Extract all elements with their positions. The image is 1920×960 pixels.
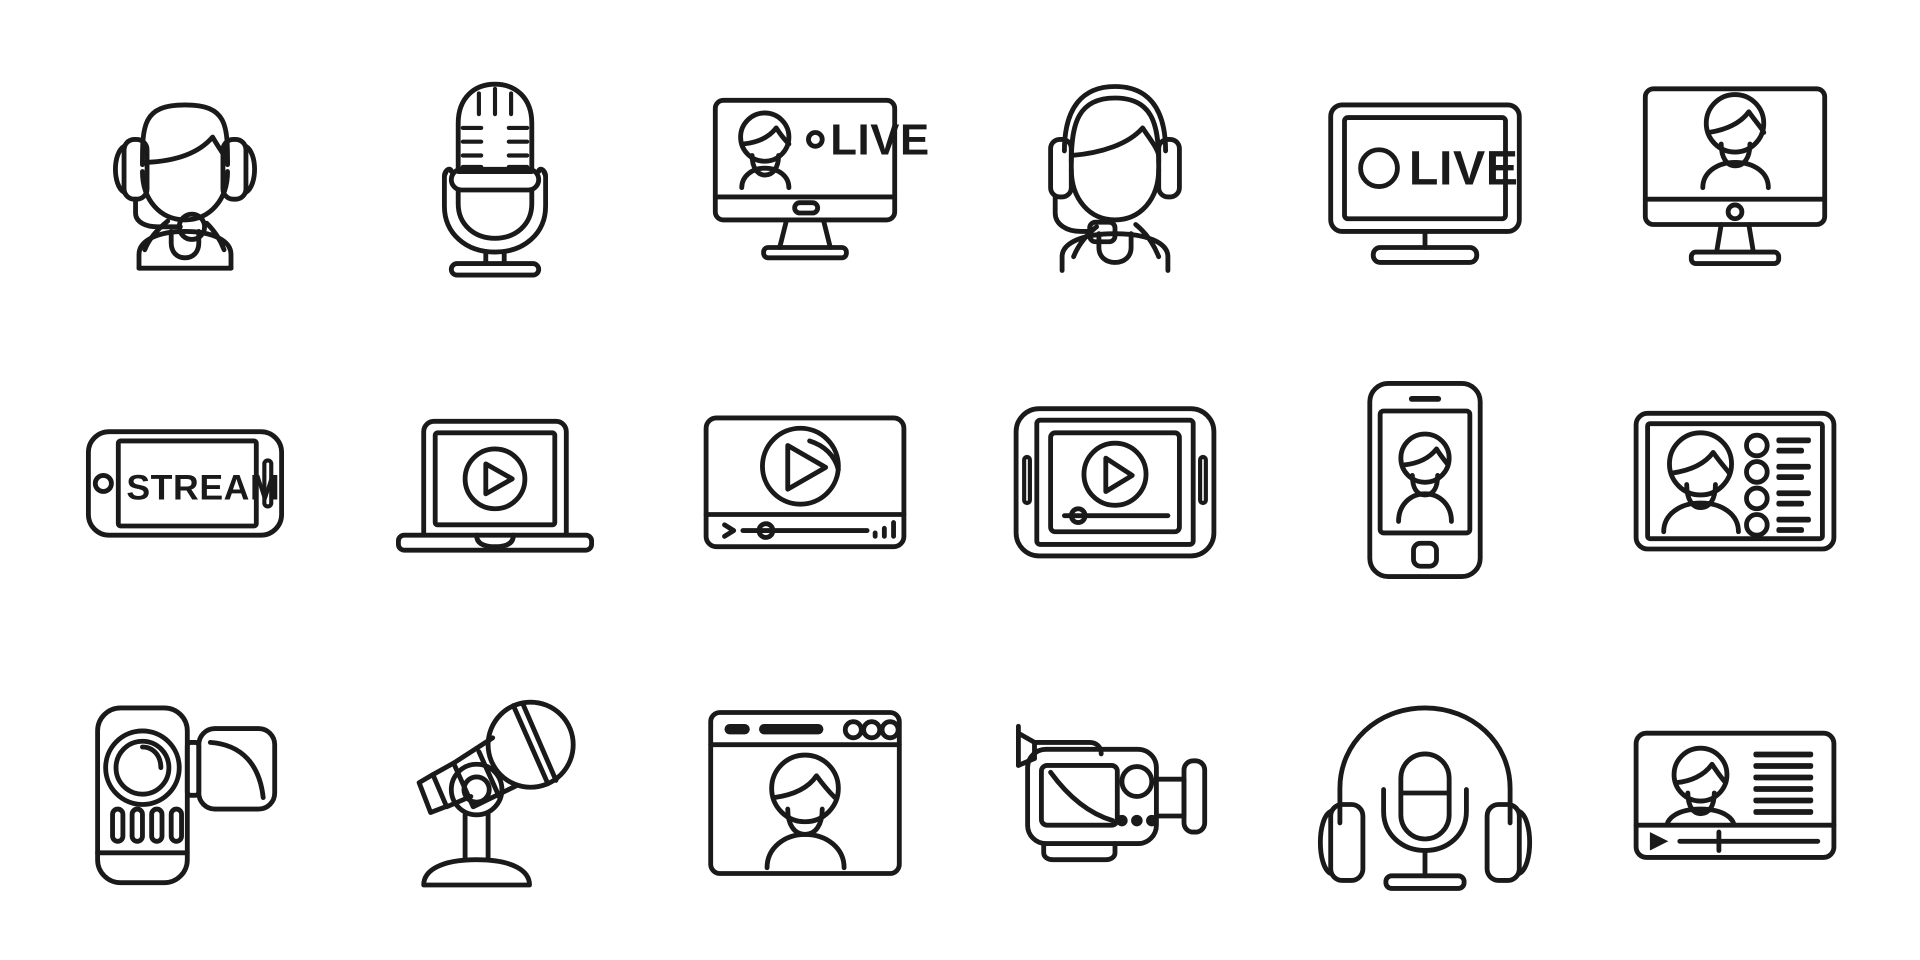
monitor-live-broadcast-icon: LIVE: [712, 97, 929, 260]
icon-video-camera[interactable]: [960, 637, 1270, 950]
icon-camcorder[interactable]: [30, 637, 340, 950]
icon-smartphone-person[interactable]: [1270, 323, 1580, 636]
video-player-chat-icon: [1633, 731, 1837, 861]
icon-tv-live[interactable]: LIVE: [1270, 10, 1580, 323]
icon-studio-microphone-stand[interactable]: [340, 637, 650, 950]
icon-retro-microphone[interactable]: [340, 10, 650, 323]
laptop-play-icon: [395, 418, 595, 553]
live-text: LIVE: [1409, 141, 1519, 195]
icon-operator-headset-female[interactable]: [30, 10, 340, 323]
live-text: LIVE: [830, 115, 929, 164]
icon-operator-headset-male[interactable]: [960, 10, 1270, 323]
icon-tablet-stream[interactable]: STREAM: [30, 323, 340, 636]
video-camera-icon: [1015, 724, 1208, 863]
icon-laptop-play[interactable]: [340, 323, 650, 636]
icon-browser-window-person[interactable]: [650, 637, 960, 950]
icon-headphones-microphone[interactable]: [1270, 637, 1580, 950]
smartphone-person-icon: [1367, 380, 1483, 579]
retro-microphone-icon: [441, 81, 549, 278]
icon-screen-person-list[interactable]: [1580, 323, 1890, 636]
icon-video-player-chat[interactable]: [1580, 637, 1890, 950]
tv-live-icon: LIVE: [1328, 102, 1522, 265]
stream-text: STREAM: [126, 468, 280, 508]
icon-monitor-live-broadcast[interactable]: LIVE: [650, 10, 960, 323]
browser-window-person-icon: [708, 710, 902, 877]
operator-headset-female-icon: [113, 102, 257, 271]
monitor-person-icon: [1642, 86, 1828, 266]
icon-video-player[interactable]: [650, 323, 960, 636]
operator-headset-male-icon: [1048, 83, 1182, 273]
tablet-video-player-icon: [1013, 406, 1217, 559]
icon-sheet: LIVE LIVE STREAM: [0, 0, 1920, 960]
tablet-stream-icon: STREAM: [85, 429, 285, 538]
screen-person-list-icon: [1633, 410, 1837, 552]
camcorder-icon: [95, 705, 278, 886]
icon-tablet-video-player[interactable]: [960, 323, 1270, 636]
icon-monitor-person[interactable]: [1580, 10, 1890, 323]
video-player-icon: [703, 415, 907, 550]
studio-microphone-stand-icon: [416, 700, 576, 888]
headphones-microphone-icon: [1318, 705, 1532, 892]
